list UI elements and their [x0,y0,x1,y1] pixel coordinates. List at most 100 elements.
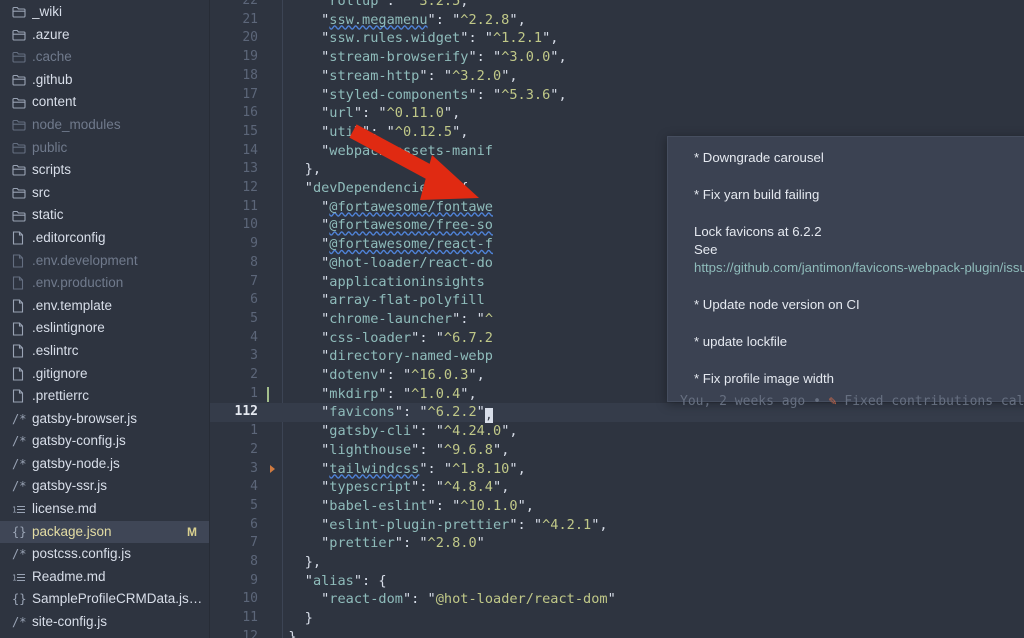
code-line[interactable]: 5 "babel-eslint": "^10.1.0", [210,497,1024,516]
js-icon: /* [12,453,32,476]
line-number: 12 [210,628,258,638]
file-tree-item-label: SampleProfileCRMData.js… [32,588,209,611]
file-tree-item-package-json[interactable]: {}package.jsonM [0,521,209,544]
code-text: "stream-http": "^3.2.0", [272,67,518,86]
code-line[interactable]: 12 } [210,628,1024,638]
file-tree-item-content[interactable]: content [0,91,209,114]
code-line[interactable]: 17 "styled-components": "^5.3.6", [210,86,1024,105]
file-tree-item--env-production[interactable]: .env.production [0,272,209,295]
line-number: 18 [210,67,258,86]
code-line[interactable]: 7 "prettier": "^2.8.0" [210,534,1024,553]
file-tree-item-label: gatsby-ssr.js [32,475,209,498]
code-line[interactable]: 21 "ssw.megamenu": "^2.2.8", [210,11,1024,30]
line-number: 4 [210,329,258,348]
file-tree-item--prettierrc[interactable]: .prettierrc [0,385,209,408]
code-line[interactable]: 11 } [210,609,1024,628]
file-tree-item--editorconfig[interactable]: .editorconfig [0,227,209,250]
code-text: "applicationinsights [272,273,485,292]
code-text: "stream-browserify": "^3.0.0", [272,48,567,67]
git-blame-annotation[interactable]: You, 2 weeks ago • ✎ Fixed contributions… [680,394,1024,409]
popup-spacer [694,351,1024,370]
code-line[interactable]: 2 "lighthouse": "^9.6.8", [210,441,1024,460]
line-number: 8 [210,553,258,572]
file-tree-item--azure[interactable]: .azure [0,24,209,47]
folder-icon [12,187,32,199]
file-tree-item-static[interactable]: static [0,204,209,227]
file-tree-item-label: .cache [32,46,209,69]
folder-icon [12,51,32,63]
file-tree-item--cache[interactable]: .cache [0,46,209,69]
file-tree-item-label: static [32,204,209,227]
svg-text:1: 1 [12,573,17,582]
file-tree-item-gatsby-config-js[interactable]: /*gatsby-config.js [0,430,209,453]
commit-link[interactable]: https://github.com/jantimon/favicons-web… [694,259,1024,277]
line-number: 20 [210,29,258,48]
code-line[interactable]: 16 "url": "^0.11.0", [210,104,1024,123]
line-number: 10 [210,590,258,609]
code-editor-pane[interactable]: 22 "rollup": "^3.2.5,21 "ssw.megamenu": … [210,0,1024,638]
file-tree-item-gatsby-ssr-js[interactable]: /*gatsby-ssr.js [0,475,209,498]
code-line[interactable]: 22 "rollup": "^3.2.5, [210,0,1024,11]
file-tree-item-public[interactable]: public [0,137,209,160]
commit-message-line: See [694,241,1024,259]
file-tree-item-site-config-js[interactable]: /*site-config.js [0,611,209,634]
line-number: 6 [210,516,258,535]
file-tree-item--gitignore[interactable]: .gitignore [0,363,209,386]
file-tree-item-readme-md[interactable]: 1 Readme.md [0,566,209,589]
file-tree-item--eslintignore[interactable]: .eslintignore [0,317,209,340]
file-tree-item-label: package.json [32,521,187,544]
line-number: 7 [210,534,258,553]
file-tree-item-label: .eslintignore [32,317,209,340]
file-tree-item-label: _wiki [32,1,209,24]
file-tree[interactable]: _wiki.azure.cache.githubcontentnode_modu… [0,1,209,634]
file-status-badge: M [187,521,197,544]
code-line[interactable]: 8 }, [210,553,1024,572]
file-tree-item-license-md[interactable]: 1license.md [0,498,209,521]
code-text: "prettier": "^2.8.0" [272,534,485,553]
file-tree-item--wiki[interactable]: _wiki [0,1,209,24]
line-number: 9 [210,572,258,591]
file-tree-item-node-modules[interactable]: node_modules [0,114,209,137]
line-number: 22 [210,0,258,11]
file-icon [12,299,32,313]
line-number: 5 [210,310,258,329]
code-line[interactable]: 20 "ssw.rules.widget": "^1.2.1", [210,29,1024,48]
popup-content: * Downgrade carousel* Fix yarn build fai… [668,137,1024,394]
code-text: "ssw.rules.widget": "^1.2.1", [272,29,558,48]
file-tree-item--env-template[interactable]: .env.template [0,295,209,318]
file-tree-item-postcss-config-js[interactable]: /*postcss.config.js [0,543,209,566]
file-tree-item--env-development[interactable]: .env.development [0,250,209,273]
line-number: 3 [210,460,258,479]
code-line[interactable]: 6 "eslint-plugin-prettier": "^4.2.1", [210,516,1024,535]
code-text: "babel-eslint": "^10.1.0", [272,497,534,516]
code-line[interactable]: 1 "gatsby-cli": "^4.24.0", [210,422,1024,441]
file-tree-item--github[interactable]: .github [0,69,209,92]
popup-spacer [694,314,1024,333]
file-tree-item-sampleprofilecrmdata-js-[interactable]: {}SampleProfileCRMData.js… [0,588,209,611]
code-line[interactable]: 18 "stream-http": "^3.2.0", [210,67,1024,86]
js-icon: /* [12,430,32,453]
pencil-icon: ✎ [829,394,837,409]
code-text: "@fortawesome/fontawe [272,198,493,217]
line-number: 11 [210,609,258,628]
code-text: "array-flat-polyfill [272,291,485,310]
code-line[interactable]: 10 "react-dom": "@hot-loader/react-dom" [210,590,1024,609]
file-icon [12,254,32,268]
line-number: 6 [210,291,258,310]
file-tree-item-label: public [32,137,209,160]
file-tree-item-gatsby-browser-js[interactable]: /*gatsby-browser.js [0,408,209,431]
file-tree-item-src[interactable]: src [0,182,209,205]
file-tree-item-label: Readme.md [32,566,209,589]
line-number: 1 [210,422,258,441]
file-tree-item-label: .github [32,69,209,92]
file-tree-item-gatsby-node-js[interactable]: /*gatsby-node.js [0,453,209,476]
code-line[interactable]: 4 "typescript": "^4.8.4", [210,478,1024,497]
code-line[interactable]: 3 "tailwindcss": "^1.8.10", [210,460,1024,479]
commit-message-popup[interactable]: * Downgrade carousel* Fix yarn build fai… [667,136,1024,402]
code-line[interactable]: 19 "stream-browserify": "^3.0.0", [210,48,1024,67]
file-tree-item--eslintrc[interactable]: .eslintrc [0,340,209,363]
file-tree-item-scripts[interactable]: scripts [0,159,209,182]
code-text: "url": "^0.11.0", [272,104,460,123]
file-explorer-sidebar[interactable]: _wiki.azure.cache.githubcontentnode_modu… [0,0,210,638]
code-line[interactable]: 9 "alias": { [210,572,1024,591]
